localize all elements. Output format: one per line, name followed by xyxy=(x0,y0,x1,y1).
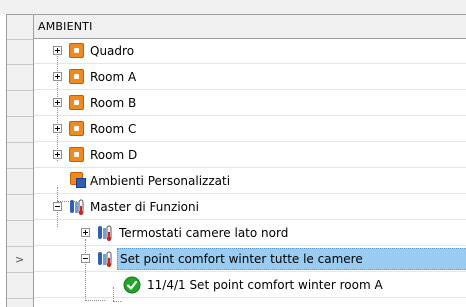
tree-connector-line xyxy=(85,300,105,301)
tree-node-label: Room C xyxy=(90,122,137,136)
current-row-indicator: > xyxy=(15,253,25,266)
row-header-cell[interactable] xyxy=(7,118,33,143)
tree-node-room-a[interactable]: Room A xyxy=(34,65,466,90)
row-header-cell[interactable] xyxy=(7,274,33,299)
tree-node-label: Room A xyxy=(90,70,137,84)
tree-node-label: Set point comfort winter tutte le camere xyxy=(120,252,363,266)
tree-node-set-point-comfort-winter-tutte-le-camere[interactable]: Set point comfort winter tutte le camere xyxy=(34,247,466,272)
row-header-cell[interactable] xyxy=(7,144,33,169)
tree-node-room-c[interactable]: Room C xyxy=(34,117,466,142)
column-header-ambienti[interactable]: AMBIENTI xyxy=(34,15,466,39)
tree-node-termostati-camere-lato-nord[interactable]: Termostati camere lato nord xyxy=(34,221,466,246)
expand-plus-icon[interactable] xyxy=(53,72,62,81)
tree-node-11-4-1-set-point-comfort-winter-room-a[interactable]: 11/4/1 Set point comfort winter room A xyxy=(34,273,466,298)
tree-node-label: 11/4/1 Set point comfort winter room A xyxy=(147,278,383,292)
room-icon xyxy=(69,121,84,136)
tree-node-label: Room D xyxy=(90,148,138,162)
tree-node-room-b[interactable]: Room B xyxy=(34,91,466,116)
tree-node-label: Termostati camere lato nord xyxy=(119,226,289,240)
expand-plus-icon[interactable] xyxy=(53,46,62,55)
thermostat-group-icon xyxy=(98,225,112,241)
check-icon xyxy=(123,276,141,294)
thermostat-group-icon xyxy=(70,199,84,215)
row-header-cell[interactable] xyxy=(7,196,33,221)
expand-plus-icon[interactable] xyxy=(53,98,62,107)
tree-node-master-di-funzioni[interactable]: Master di Funzioni xyxy=(34,195,466,220)
expand-plus-icon[interactable] xyxy=(53,150,62,159)
row-header-cell-current[interactable]: > xyxy=(7,248,33,273)
expand-plus-icon[interactable] xyxy=(53,124,62,133)
room-icon xyxy=(69,95,84,110)
tree-node-label: Room B xyxy=(90,96,137,110)
collapse-minus-icon[interactable] xyxy=(81,254,90,263)
expand-plus-icon[interactable] xyxy=(81,228,90,237)
custom-room-icon xyxy=(70,172,87,189)
collapse-minus-icon[interactable] xyxy=(53,202,62,211)
thermostat-group-icon xyxy=(98,251,112,267)
row-header-corner xyxy=(7,15,33,40)
tree-node-label: Quadro xyxy=(90,44,135,58)
selected-node-highlight[interactable]: Set point comfort winter tutte le camere xyxy=(117,248,466,270)
tree-node-ambienti-personalizzati[interactable]: Ambienti Personalizzati xyxy=(34,169,466,194)
room-icon xyxy=(69,69,84,84)
row-header-cell[interactable] xyxy=(7,40,33,65)
tree-node-label: Master di Funzioni xyxy=(90,200,199,214)
row-header-cell[interactable] xyxy=(7,66,33,91)
tree-node-room-d[interactable]: Room D xyxy=(34,143,466,168)
room-icon xyxy=(69,43,84,58)
row-header-column: > xyxy=(7,15,34,307)
tree-node-quadro[interactable]: Quadro xyxy=(34,39,466,64)
tree-connector-line xyxy=(113,301,121,302)
room-icon xyxy=(69,147,84,162)
row-header-cell[interactable] xyxy=(7,92,33,117)
tree-node-label: Ambienti Personalizzati xyxy=(90,174,231,188)
column-header-label: AMBIENTI xyxy=(38,20,93,33)
top-toolbar-strip xyxy=(0,0,466,14)
row-header-cell[interactable] xyxy=(7,170,33,195)
row-header-cell[interactable] xyxy=(7,222,33,247)
ambienti-tree-grid: > AMBIENTI Quadro Room A Room B Room C R… xyxy=(6,14,466,307)
tree-view: Quadro Room A Room B Room C Room D Ambie… xyxy=(34,39,466,307)
